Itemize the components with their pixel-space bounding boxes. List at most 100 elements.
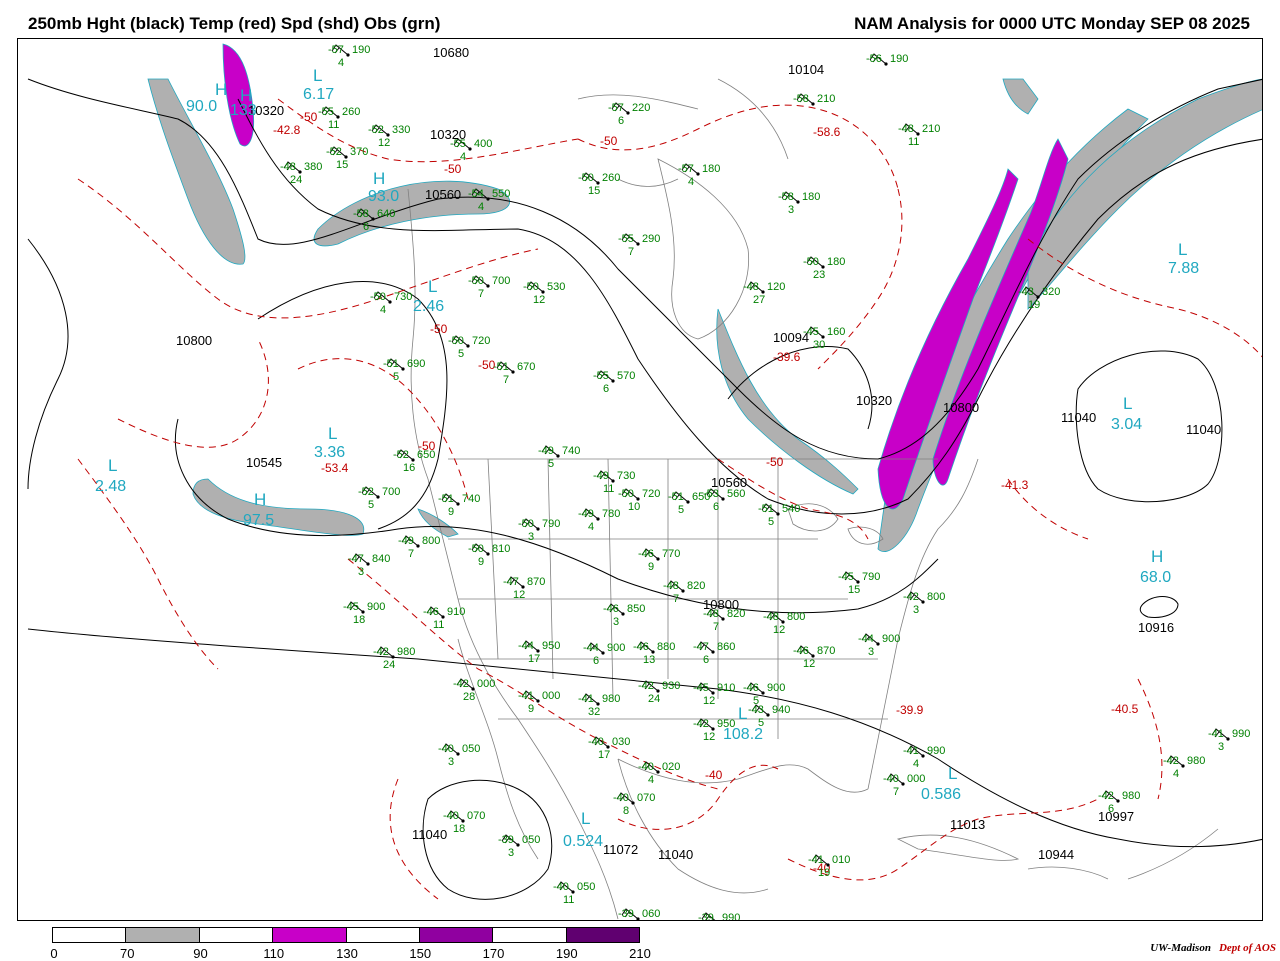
obs-height: 400 [474, 138, 492, 150]
obs-spread: 5 [548, 458, 554, 470]
speed-scale-segment [126, 928, 200, 942]
obs-spread: 4 [588, 521, 594, 533]
obs-spread: 15 [588, 185, 600, 197]
obs-spread: 17 [528, 653, 540, 665]
obs-spread: 27 [753, 294, 765, 306]
svg-text:90.0: 90.0 [186, 98, 217, 115]
speed-scale-tick: 130 [336, 946, 358, 961]
obs-temperature: -40 [443, 810, 459, 822]
svg-text:H: H [373, 169, 385, 188]
obs-height: 690 [407, 358, 425, 370]
obs-height: 210 [817, 93, 835, 105]
height-label: 10944 [1038, 847, 1074, 862]
obs-spread: 24 [290, 174, 302, 186]
height-label: 11040 [1061, 410, 1096, 425]
obs-spread: 19 [818, 867, 830, 879]
speed-scale-tick: 150 [409, 946, 432, 961]
obs-temperature: -45 [343, 601, 359, 613]
obs-spread: 5 [758, 717, 764, 729]
jet-core-pacific [192, 478, 365, 536]
obs-temperature: -48 [280, 161, 296, 173]
svg-text:2.46: 2.46 [413, 298, 444, 315]
obs-temperature: -53 [703, 488, 719, 500]
obs-temperature: -48 [663, 580, 679, 592]
obs-spread: 3 [448, 756, 454, 768]
station-obs: -39 060 [618, 908, 660, 920]
obs-height: 980 [397, 646, 415, 658]
svg-text:6.17: 6.17 [303, 86, 334, 103]
obs-spread: 6 [1108, 803, 1114, 815]
height-label: 11072 [603, 842, 638, 857]
obs-height: 540 [782, 503, 800, 515]
center-marker: H 68.0 [1140, 547, 1171, 586]
obs-temperature: -40 [438, 743, 454, 755]
obs-temperature: -52 [368, 124, 384, 136]
obs-temperature: -57 [678, 163, 694, 175]
temperature-label: -58.6 [813, 125, 841, 139]
obs-temperature: -51 [383, 358, 399, 370]
obs-height: 370 [350, 146, 368, 158]
obs-temperature: -58 [353, 208, 369, 220]
obs-temperature: -44 [858, 633, 874, 645]
obs-spread: 11 [603, 483, 614, 495]
svg-text:H: H [215, 80, 227, 99]
center-marker: H90.0 [186, 80, 227, 115]
obs-height: 010 [832, 854, 850, 866]
obs-height: 900 [767, 682, 785, 694]
obs-spread: 7 [628, 246, 634, 258]
height-label: 11040 [412, 827, 447, 842]
obs-spread: 12 [773, 624, 785, 636]
obs-spread: 12 [533, 294, 545, 306]
obs-temperature: -44 [583, 642, 599, 654]
obs-temperature: -50 [618, 488, 634, 500]
station-obs: -40 05011 [553, 881, 595, 906]
speed-scale-segment [419, 928, 494, 942]
height-label: 10560 [425, 187, 461, 202]
obs-spread: 30 [813, 339, 825, 351]
obs-spread: 24 [648, 693, 660, 705]
obs-height: 730 [394, 291, 412, 303]
obs-spread: 4 [338, 57, 344, 69]
center-marker: L 3.04 [1111, 394, 1142, 433]
station-obs: -48 12027 [743, 281, 785, 306]
temperature-label: -50 [600, 134, 618, 148]
obs-spread: 6 [363, 221, 369, 233]
svg-text:68.0: 68.0 [1140, 569, 1171, 586]
svg-text:0.586: 0.586 [921, 786, 961, 803]
station-obs: -40 020 4 [638, 761, 680, 786]
center-marker: L6.17 [303, 66, 334, 103]
obs-spread: 7 [713, 621, 719, 633]
obs-spread: 18 [453, 823, 465, 835]
obs-spread: 6 [713, 501, 719, 513]
obs-height: 980 [1187, 755, 1205, 767]
temperature-label: -42.8 [273, 123, 301, 137]
obs-height: 550 [492, 188, 510, 200]
credit-institution: UW-Madison [1150, 942, 1211, 954]
obs-spread: 3 [788, 204, 794, 216]
speed-scale-tick: 210 [629, 946, 651, 961]
obs-temperature: -51 [438, 493, 454, 505]
obs-temperature: -40 [883, 773, 899, 785]
obs-height: 900 [882, 633, 900, 645]
station-obs: -39 050 3 [498, 834, 540, 859]
station-obs: -50 26015 [578, 172, 620, 197]
height-label: 11040 [1186, 422, 1221, 437]
obs-height: 570 [617, 370, 635, 382]
obs-temperature: -58 [793, 93, 809, 105]
obs-height: 180 [802, 191, 820, 203]
obs-spread: 4 [688, 176, 694, 188]
station-obs: -46 87012 [793, 645, 835, 670]
obs-height: 030 [612, 736, 630, 748]
station-obs: -55 400 4 [450, 138, 492, 163]
obs-temperature: -40 [553, 881, 569, 893]
temperature-label: -40.5 [1111, 702, 1139, 716]
obs-height: 930 [662, 680, 680, 692]
station-obs: -47 840 3 [348, 553, 390, 578]
obs-temperature: -41 [578, 693, 594, 705]
station-obs: -50 72010 [618, 488, 660, 513]
obs-temperature: -43 [748, 704, 764, 716]
obs-spread: 4 [648, 774, 654, 786]
obs-spread: 9 [528, 703, 534, 715]
obs-height: 220 [632, 102, 650, 114]
obs-temperature: -46 [603, 603, 619, 615]
